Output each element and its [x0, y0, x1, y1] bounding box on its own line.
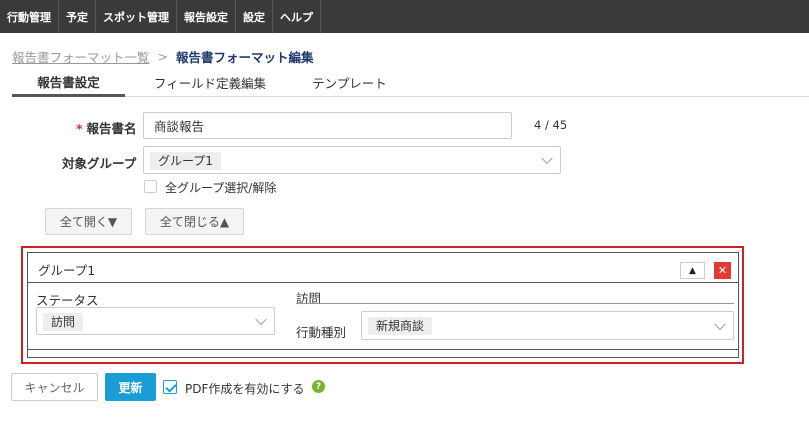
group-panel: グループ1 ▲ ✕ ステータス 訪問 訪問 行動種別 新規商談	[27, 252, 739, 358]
help-icon[interactable]: ?	[312, 380, 325, 393]
cancel-button[interactable]: キャンセル	[11, 373, 98, 401]
save-button[interactable]: 更新	[105, 373, 156, 401]
expand-all-button[interactable]: 全て開く▼	[45, 208, 132, 235]
report-name-label: * 報告書名	[76, 118, 137, 137]
page-title: 報告書フォーマット編集	[176, 50, 314, 65]
breadcrumb-separator: >	[157, 49, 168, 64]
report-name-label-text: 報告書名	[86, 121, 137, 136]
nav-item-help[interactable]: ヘルプ	[273, 0, 321, 33]
required-mark: *	[76, 121, 83, 136]
chevron-down-icon	[541, 152, 553, 165]
nav-item-settings[interactable]: 設定	[236, 0, 273, 33]
pdf-enable-label: PDF作成を有効にする	[185, 382, 305, 396]
target-group-chip: グループ1	[150, 152, 221, 170]
chevron-down-icon	[255, 313, 267, 326]
pdf-enable-checkbox[interactable]	[163, 380, 177, 394]
nav-item-report-settings[interactable]: 報告設定	[177, 0, 236, 33]
select-all-groups-checkbox[interactable]	[144, 180, 157, 193]
tab-report-settings[interactable]: 報告書設定	[12, 68, 125, 97]
collapse-all-button[interactable]: 全て閉じる▲	[145, 208, 244, 235]
target-group-select[interactable]: グループ1	[143, 146, 561, 174]
breadcrumb-format-list-link[interactable]: 報告書フォーマット一覧	[12, 47, 150, 66]
close-icon[interactable]: ✕	[714, 262, 731, 279]
visit-section-underline	[296, 303, 734, 304]
target-group-label: 対象グループ	[62, 156, 137, 171]
status-select[interactable]: 訪問	[36, 307, 275, 335]
nav-item-schedule[interactable]: 予定	[59, 0, 96, 33]
top-nav: 行動管理 予定 スポット管理 報告設定 設定 ヘルプ	[0, 0, 809, 33]
action-type-label: 行動種別	[296, 325, 347, 340]
group-panel-title: グループ1	[38, 263, 96, 278]
group-panel-bottom-divider	[28, 349, 738, 350]
tab-field-definition[interactable]: フィールド定義編集	[150, 68, 270, 97]
breadcrumb: 報告書フォーマット一覧 > 報告書フォーマット編集	[12, 47, 314, 66]
chevron-down-icon	[714, 318, 726, 330]
action-type-select[interactable]: 新規商談	[361, 311, 734, 340]
group-panel-highlight: グループ1 ▲ ✕ ステータス 訪問 訪問 行動種別 新規商談	[21, 246, 744, 364]
report-name-input[interactable]	[143, 112, 512, 139]
select-all-groups-label: 全グループ選択/解除	[165, 181, 277, 195]
report-name-counter: 4 / 45	[534, 118, 568, 132]
tab-template[interactable]: テンプレート	[302, 68, 397, 97]
group-panel-divider	[28, 282, 738, 283]
tab-bar: 報告書設定 フィールド定義編集 テンプレート	[12, 68, 809, 97]
visit-section-label: 訪問	[296, 291, 322, 306]
status-chip: 訪問	[43, 313, 84, 331]
nav-item-spot[interactable]: スポット管理	[96, 0, 177, 33]
move-up-button[interactable]: ▲	[680, 262, 705, 279]
action-type-chip: 新規商談	[368, 317, 433, 335]
nav-item-activity[interactable]: 行動管理	[0, 0, 59, 33]
